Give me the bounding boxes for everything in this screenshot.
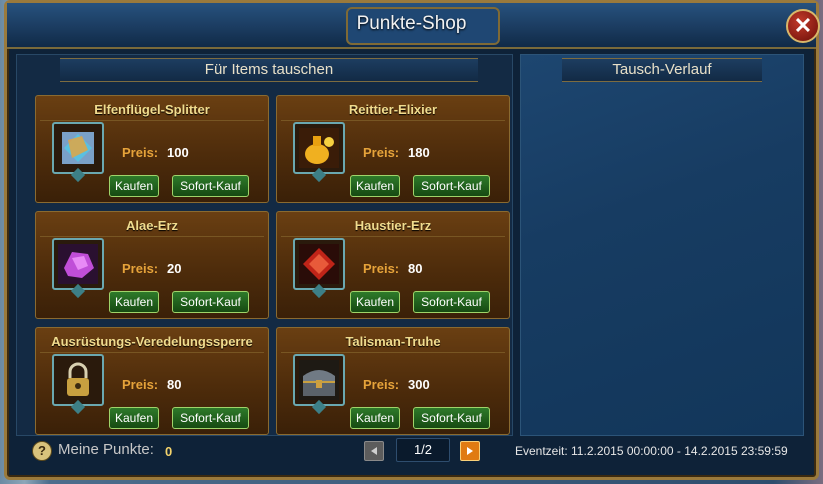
instant-buy-button[interactable]: Sofort-Kauf bbox=[413, 291, 490, 313]
instant-buy-button[interactable]: Sofort-Kauf bbox=[172, 175, 249, 197]
price-value: 80 bbox=[167, 377, 182, 392]
buy-button[interactable]: Kaufen bbox=[109, 291, 159, 313]
item-icon-slot[interactable] bbox=[293, 122, 345, 174]
arrow-right-icon bbox=[467, 447, 473, 455]
item-card: Reittier-Elixier Preis: 180 Kaufen Sofor… bbox=[276, 95, 510, 203]
price-value: 100 bbox=[167, 145, 189, 160]
exchange-panel-title: Für Items tauschen bbox=[60, 58, 478, 82]
price-value: 20 bbox=[167, 261, 182, 276]
price-value: 80 bbox=[408, 261, 423, 276]
buy-button[interactable]: Kaufen bbox=[109, 407, 159, 429]
history-panel bbox=[520, 54, 804, 436]
item-name: Talisman-Truhe bbox=[345, 334, 441, 349]
price-label: Preis: bbox=[122, 145, 159, 160]
padlock-icon bbox=[58, 360, 98, 400]
price-label: Preis: bbox=[122, 261, 159, 276]
item-icon-slot[interactable] bbox=[293, 354, 345, 406]
price-label: Preis: bbox=[363, 261, 400, 276]
item-card: Elfenflügel-Splitter Preis: 100 Kaufen S… bbox=[35, 95, 269, 203]
card-divider bbox=[40, 236, 264, 237]
instant-buy-button[interactable]: Sofort-Kauf bbox=[413, 175, 490, 197]
item-icon-slot[interactable] bbox=[52, 238, 104, 290]
card-divider bbox=[40, 352, 264, 353]
item-name: Reittier-Elixier bbox=[348, 102, 438, 117]
price-label: Preis: bbox=[363, 145, 400, 160]
question-icon: ? bbox=[38, 443, 46, 458]
points-value: 0 bbox=[165, 444, 173, 459]
card-divider bbox=[281, 352, 505, 353]
item-icon-slot[interactable] bbox=[293, 238, 345, 290]
instant-buy-button[interactable]: Sofort-Kauf bbox=[172, 407, 249, 429]
card-divider bbox=[40, 120, 264, 121]
buy-button[interactable]: Kaufen bbox=[350, 291, 400, 313]
title-bar: Punkte-Shop bbox=[7, 3, 816, 49]
close-button[interactable]: ✕ bbox=[786, 9, 820, 43]
price-value: 180 bbox=[408, 145, 430, 160]
buy-button[interactable]: Kaufen bbox=[350, 407, 400, 429]
potion-icon bbox=[299, 128, 339, 168]
event-time: Eventzeit: 11.2.2015 00:00:00 - 14.2.201… bbox=[515, 444, 788, 458]
buy-button[interactable]: Kaufen bbox=[109, 175, 159, 197]
item-card: Talisman-Truhe Preis: 300 Kaufen Sofort-… bbox=[276, 327, 510, 435]
page-indicator: 1/2 bbox=[396, 438, 450, 462]
item-card: Haustier-Erz Preis: 80 Kaufen Sofort-Kau… bbox=[276, 211, 510, 319]
puzzle-icon bbox=[62, 132, 94, 164]
item-name: Elfenflügel-Splitter bbox=[94, 102, 210, 117]
instant-buy-button[interactable]: Sofort-Kauf bbox=[413, 407, 490, 429]
card-divider bbox=[281, 236, 505, 237]
help-button[interactable]: ? bbox=[32, 441, 52, 461]
red-ore-icon bbox=[299, 244, 339, 284]
points-label: Meine Punkte: bbox=[58, 441, 154, 458]
item-card: Alae-Erz Preis: 20 Kaufen Sofort-Kauf bbox=[35, 211, 269, 319]
next-page-button[interactable] bbox=[460, 441, 480, 461]
arrow-left-icon bbox=[371, 447, 377, 455]
item-name: Alae-Erz bbox=[125, 218, 179, 233]
item-icon-slot[interactable] bbox=[52, 354, 104, 406]
instant-buy-button[interactable]: Sofort-Kauf bbox=[172, 291, 249, 313]
history-panel-title: Tausch-Verlauf bbox=[562, 58, 762, 82]
item-card: Ausrüstungs-Veredelungssperre Preis: 80 … bbox=[35, 327, 269, 435]
purple-ore-icon bbox=[58, 244, 98, 284]
window-title: Punkte-Shop bbox=[356, 13, 467, 34]
price-value: 300 bbox=[408, 377, 430, 392]
item-name: Haustier-Erz bbox=[354, 218, 432, 233]
chest-icon bbox=[299, 360, 339, 400]
close-icon: ✕ bbox=[793, 13, 813, 38]
price-label: Preis: bbox=[122, 377, 159, 392]
card-divider bbox=[281, 120, 505, 121]
item-icon-slot[interactable] bbox=[52, 122, 104, 174]
buy-button[interactable]: Kaufen bbox=[350, 175, 400, 197]
item-name: Ausrüstungs-Veredelungssperre bbox=[51, 334, 253, 349]
prev-page-button[interactable] bbox=[364, 441, 384, 461]
price-label: Preis: bbox=[363, 377, 400, 392]
